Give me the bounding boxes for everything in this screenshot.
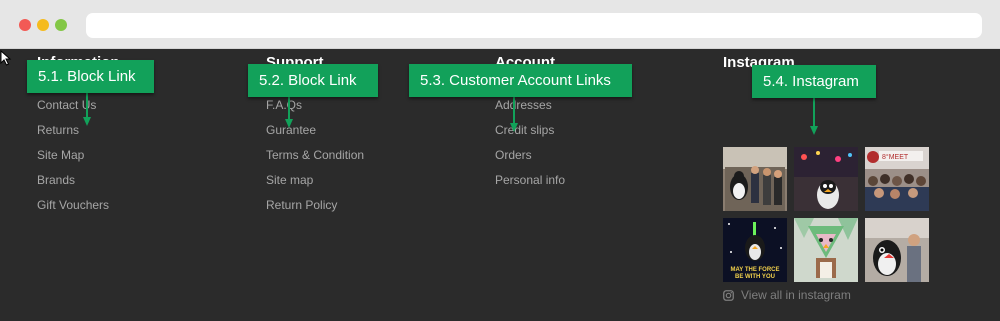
instagram-photo[interactable]: 8°MEET — [865, 147, 929, 211]
view-all-instagram-link[interactable]: View all in instagram — [723, 288, 851, 302]
footer-link-terms-condition[interactable]: Terms & Condition — [266, 148, 364, 162]
annotation-arrow-1 — [83, 93, 91, 126]
browser-toolbar — [0, 0, 1000, 49]
footer-link-site-map[interactable]: Site Map — [37, 148, 84, 162]
instagram-photo[interactable] — [794, 147, 858, 211]
footer-link-personal-info[interactable]: Personal info — [495, 173, 565, 187]
footer-link-site-map-support[interactable]: Site map — [266, 173, 313, 187]
annotation-label-block-link-1: 5.1. Block Link — [27, 60, 154, 93]
instagram-photo[interactable] — [865, 218, 929, 282]
minimize-window-button[interactable] — [37, 19, 49, 31]
footer-link-orders[interactable]: Orders — [495, 148, 532, 162]
account-links: Addresses Credit slips Orders Personal i… — [495, 96, 565, 196]
annotation-arrow-4 — [810, 98, 818, 135]
instagram-photo[interactable] — [723, 147, 787, 211]
footer-link-addresses[interactable]: Addresses — [495, 98, 552, 112]
footer-link-brands[interactable]: Brands — [37, 173, 75, 187]
instagram-icon — [723, 289, 734, 301]
annotation-arrow-2 — [285, 97, 293, 128]
svg-text:8°MEET: 8°MEET — [882, 153, 909, 161]
close-window-button[interactable] — [19, 19, 31, 31]
svg-text:BE WITH YOU: BE WITH YOU — [735, 274, 775, 280]
svg-text:MAY THE FORCE: MAY THE FORCE — [730, 267, 779, 273]
instagram-photo[interactable]: MAY THE FORCE BE WITH YOU — [723, 218, 787, 282]
support-links: F.A.Qs Gurantee Terms & Condition Site m… — [266, 96, 364, 221]
footer-link-gift-vouchers[interactable]: Gift Vouchers — [37, 198, 109, 212]
annotation-label-block-link-2: 5.2. Block Link — [248, 64, 378, 97]
mouse-cursor-icon — [0, 50, 12, 66]
instagram-photo[interactable] — [794, 218, 858, 282]
address-bar[interactable] — [86, 13, 982, 38]
maximize-window-button[interactable] — [55, 19, 67, 31]
annotation-label-instagram: 5.4. Instagram — [752, 65, 876, 98]
view-all-instagram-label: View all in instagram — [741, 288, 851, 302]
annotation-label-customer-account-links: 5.3. Customer Account Links — [409, 64, 632, 97]
footer-link-credit-slips[interactable]: Credit slips — [495, 123, 554, 137]
information-links: Contact Us Returns Site Map Brands Gift … — [37, 96, 120, 221]
instagram-photo-grid: 8°MEET MAY THE FORCE BE WITH YOU — [723, 147, 929, 282]
annotation-arrow-3 — [510, 97, 518, 132]
footer-link-return-policy[interactable]: Return Policy — [266, 198, 337, 212]
footer-link-returns[interactable]: Returns — [37, 123, 79, 137]
